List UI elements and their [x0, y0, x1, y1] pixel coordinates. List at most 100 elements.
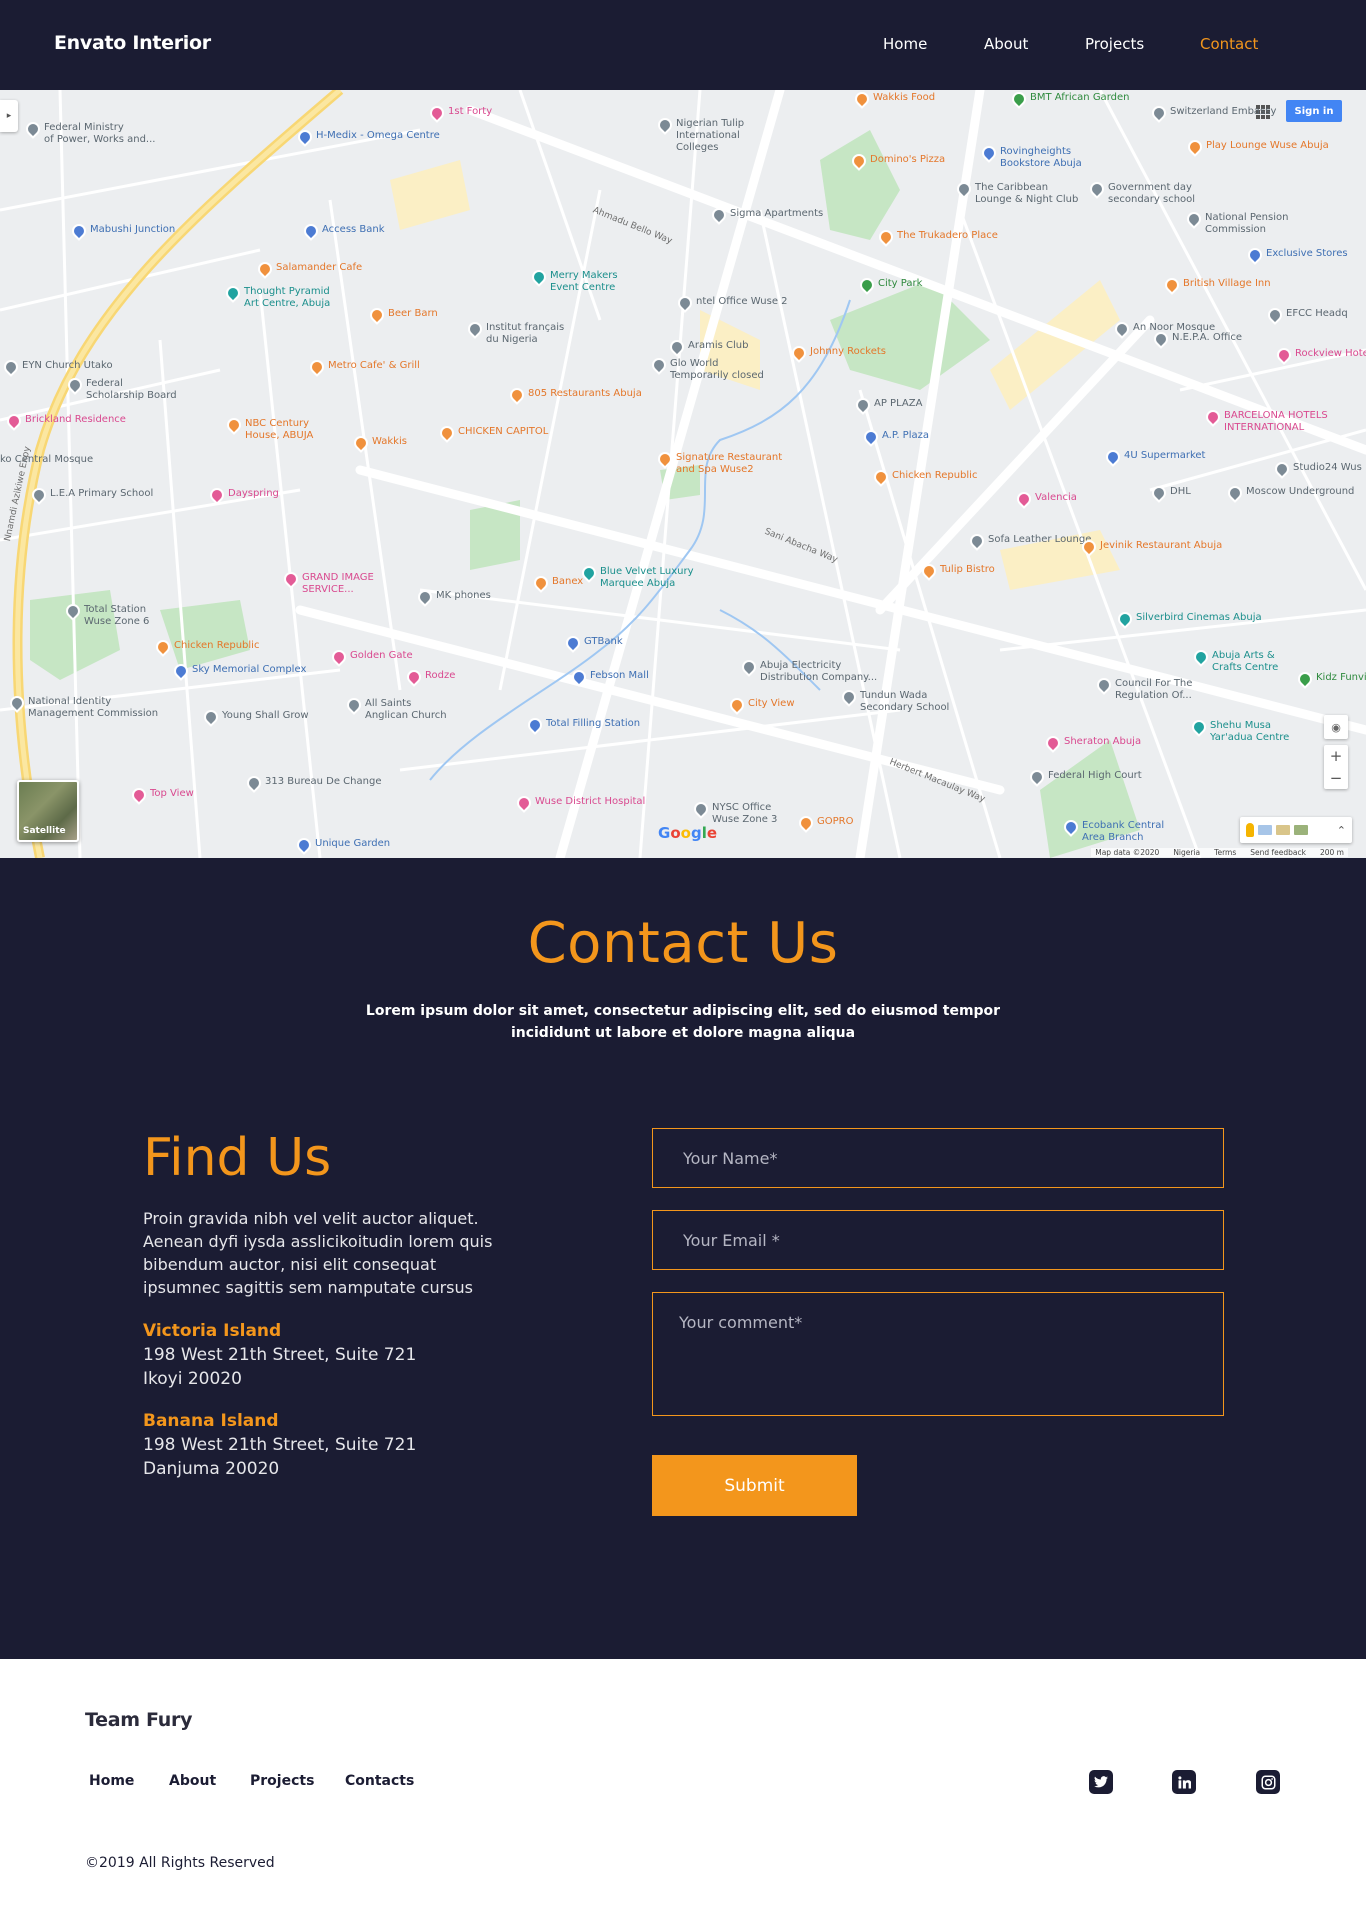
street-view-bar[interactable]: ⌃ [1240, 817, 1352, 843]
map-place-label[interactable]: Jevinik Restaurant Abuja [1100, 540, 1222, 552]
map-place-label[interactable]: 805 Restaurants Abuja [528, 388, 642, 400]
pegman-icon[interactable] [1246, 823, 1254, 837]
map-place-label[interactable]: NYSC Office Wuse Zone 3 [712, 802, 777, 826]
map-place-label[interactable]: Chicken Republic [892, 470, 977, 482]
footer-brand[interactable]: Team Fury [85, 1709, 192, 1731]
map-place-label[interactable]: The Trukadero Place [897, 230, 998, 242]
map-place-label[interactable]: Rovingheights Bookstore Abuja [1000, 146, 1082, 170]
map-place-label[interactable]: Federal High Court [1048, 770, 1142, 782]
map-place-label[interactable]: Unique Garden [315, 838, 390, 850]
map-place-label[interactable]: Nigerian Tulip International Colleges [676, 118, 744, 154]
map-place-label[interactable]: Abuja Electricity Distribution Company..… [760, 660, 877, 684]
footer-home-link[interactable]: Home [89, 1773, 134, 1789]
map-place-label[interactable]: EFCC Headq [1286, 308, 1348, 320]
map-place-label[interactable]: Silverbird Cinemas Abuja [1136, 612, 1262, 624]
map-place-label[interactable]: Tulip Bistro [940, 564, 995, 576]
map-place-label[interactable]: Sheraton Abuja [1064, 736, 1141, 748]
brand-logo[interactable]: Envato Interior [54, 32, 211, 54]
map-place-label[interactable]: ko Central Mosque [0, 454, 93, 466]
map-place-label[interactable]: 313 Bureau De Change [265, 776, 381, 788]
map-place-label[interactable]: Domino's Pizza [870, 154, 945, 166]
map-place-label[interactable]: Febson Mall [590, 670, 649, 682]
map-place-label[interactable]: Abuja Arts & Crafts Centre [1212, 650, 1278, 674]
map-place-label[interactable]: H-Medix - Omega Centre [316, 130, 440, 142]
submit-button[interactable]: Submit [652, 1455, 857, 1516]
map-place-label[interactable]: Ecobank Central Area Branch [1082, 820, 1164, 844]
map-place-label[interactable]: Wuse District Hospital [535, 796, 645, 808]
map-place-label[interactable]: Total Station Wuse Zone 6 [84, 604, 149, 628]
map-place-label[interactable]: EYN Church Utako [22, 360, 113, 372]
twitter-icon[interactable] [1089, 1770, 1113, 1794]
map-place-label[interactable]: Government day secondary school [1108, 182, 1195, 206]
satellite-toggle-button[interactable]: Satellite [17, 780, 79, 842]
map-place-label[interactable]: 4U Supermarket [1124, 450, 1205, 462]
map-place-label[interactable]: MK phones [436, 590, 491, 602]
map-place-label[interactable]: Moscow Underground [1246, 486, 1354, 498]
map-place-label[interactable]: Wakkis Food [873, 92, 935, 104]
map-place-label[interactable]: National Identity Management Commission [28, 696, 158, 720]
map-place-label[interactable]: Rodze [425, 670, 455, 682]
map-place-label[interactable]: City View [748, 698, 795, 710]
map-place-label[interactable]: AP PLAZA [874, 398, 922, 410]
map-place-label[interactable]: Total Filling Station [546, 718, 640, 730]
map-place-label[interactable]: Banex [552, 576, 583, 588]
map-place-label[interactable]: City Park [878, 278, 922, 290]
map-place-label[interactable]: Blue Velvet Luxury Marquee Abuja [600, 566, 694, 590]
map-place-label[interactable]: Rockview Hotel R [1295, 348, 1366, 360]
map-place-label[interactable]: Top View [150, 788, 194, 800]
map-place-label[interactable]: Signature Restaurant and Spa Wuse2 [676, 452, 782, 476]
map-place-label[interactable]: Sigma Apartments [730, 208, 823, 220]
map-place-label[interactable]: Exclusive Stores [1266, 248, 1348, 260]
map-place-label[interactable]: Kidz Funville [1316, 672, 1366, 684]
map-layer-thumb[interactable] [1258, 825, 1272, 835]
map-place-label[interactable]: Access Bank [322, 224, 385, 236]
map-place-label[interactable]: Valencia [1035, 492, 1077, 504]
map-place-label[interactable]: Tundun Wada Secondary School [860, 690, 949, 714]
map-place-label[interactable]: Merry Makers Event Centre [550, 270, 618, 294]
collapse-icon[interactable]: ⌃ [1337, 824, 1346, 837]
map-place-label[interactable]: Metro Cafe' & Grill [328, 360, 420, 372]
map-place-label[interactable]: Federal Scholarship Board [86, 378, 177, 402]
nav-contact[interactable]: Contact [1200, 35, 1258, 53]
map-place-label[interactable]: L.E.A Primary School [50, 488, 153, 500]
map-place-label[interactable]: N.E.P.A. Office [1172, 332, 1242, 344]
nav-home[interactable]: Home [883, 35, 927, 53]
map-place-label[interactable]: Dayspring [228, 488, 279, 500]
map-place-label[interactable]: GTBank [584, 636, 623, 648]
map-place-label[interactable]: National Pension Commission [1205, 212, 1288, 236]
map-place-label[interactable]: Thought Pyramid Art Centre, Abuja [244, 286, 330, 310]
footer-about-link[interactable]: About [169, 1773, 216, 1789]
map-place-label[interactable]: Studio24 Wus [1293, 462, 1362, 474]
map-place-label[interactable]: 1st Forty [448, 106, 492, 118]
map-place-label[interactable]: GOPRO [817, 816, 853, 828]
map-place-label[interactable]: A.P. Plaza [882, 430, 929, 442]
map-place-label[interactable]: Switzerland Embassy [1170, 106, 1276, 118]
map-place-label[interactable]: All Saints Anglican Church [365, 698, 447, 722]
map-place-label[interactable]: NBC Century House, ABUJA [245, 418, 313, 442]
zoom-in-button[interactable]: + [1324, 745, 1348, 767]
map-place-label[interactable]: Shehu Musa Yar'adua Centre [1210, 720, 1289, 744]
map-place-label[interactable]: Chicken Republic [174, 640, 259, 652]
map-place-label[interactable]: Glo World Temporarily closed [670, 358, 764, 382]
map-place-label[interactable]: BMT African Garden [1030, 92, 1129, 104]
map-place-label[interactable]: Brickland Residence [25, 414, 126, 426]
map-sign-in-button[interactable]: Sign in [1286, 100, 1342, 122]
map-place-label[interactable]: Play Lounge Wuse Abuja [1206, 140, 1329, 152]
map-place-label[interactable]: Aramis Club [688, 340, 748, 352]
zoom-out-button[interactable]: − [1324, 767, 1348, 789]
footer-projects-link[interactable]: Projects [250, 1773, 314, 1789]
map-place-label[interactable]: Salamander Cafe [276, 262, 362, 274]
expand-panel-icon[interactable]: ▸ [0, 100, 18, 132]
name-input[interactable] [652, 1128, 1224, 1188]
comment-textarea[interactable] [652, 1292, 1224, 1416]
nav-projects[interactable]: Projects [1085, 35, 1144, 53]
map[interactable]: ▸ Sign in Federal Ministry of Power, Wor… [0, 90, 1366, 858]
nav-about[interactable]: About [984, 35, 1028, 53]
map-place-label[interactable]: ntel Office Wuse 2 [696, 296, 788, 308]
map-place-label[interactable]: Golden Gate [350, 650, 413, 662]
map-place-label[interactable]: The Caribbean Lounge & Night Club [975, 182, 1078, 206]
map-place-label[interactable]: Beer Barn [388, 308, 438, 320]
map-place-label[interactable]: Sofa Leather Lounge [988, 534, 1091, 546]
map-place-label[interactable]: DHL [1170, 486, 1191, 498]
map-place-label[interactable]: Sky Memorial Complex [192, 664, 306, 676]
